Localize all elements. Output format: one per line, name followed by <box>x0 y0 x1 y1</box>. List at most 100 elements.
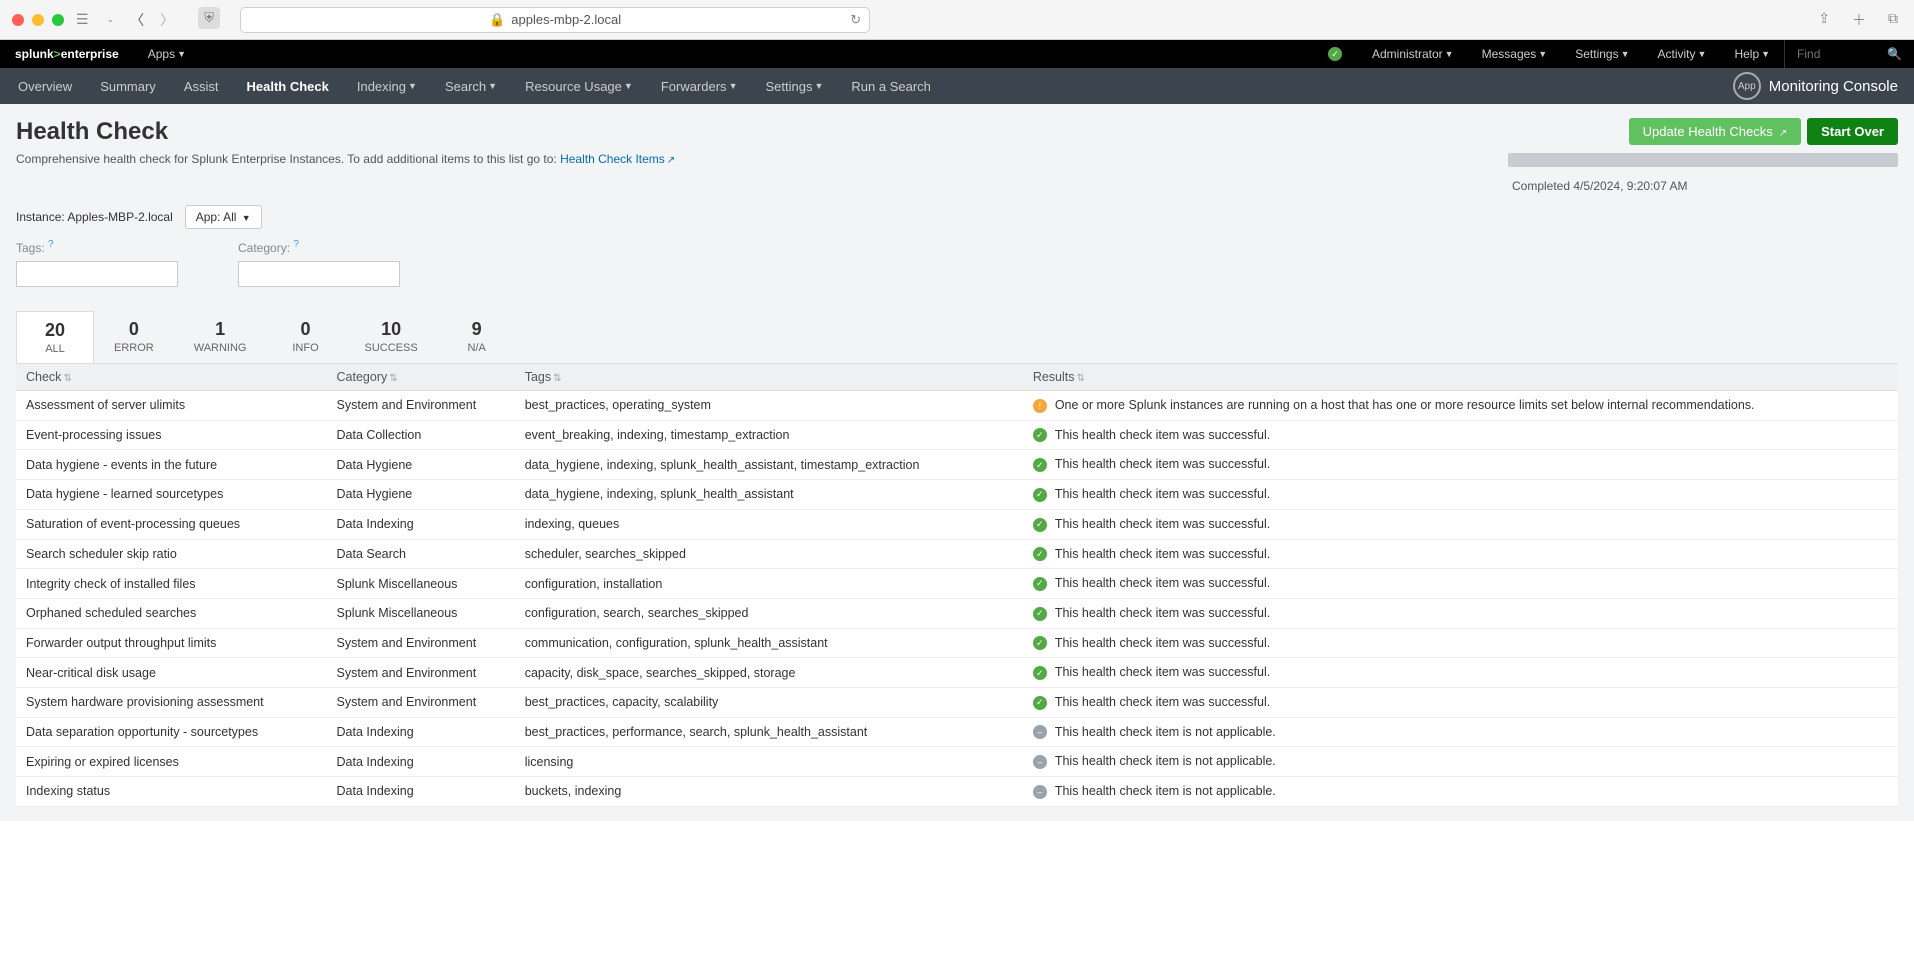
app-filter-dropdown[interactable]: App: All ▼ <box>185 205 262 229</box>
table-row[interactable]: Event-processing issuesData Collectionev… <box>16 420 1898 450</box>
status-ok-icon: ✓ <box>1033 547 1047 561</box>
nav-forwarders[interactable]: Forwarders▼ <box>647 68 752 104</box>
table-row[interactable]: Forwarder output throughput limitsSystem… <box>16 628 1898 658</box>
table-row[interactable]: Assessment of server ulimitsSystem and E… <box>16 391 1898 421</box>
page-content: Health Check Comprehensive health check … <box>0 104 1914 821</box>
search-icon[interactable]: 🔍 <box>1887 47 1902 61</box>
nav-summary-label: Summary <box>100 79 156 94</box>
tags-label-text: Tags: <box>16 241 45 255</box>
back-button[interactable]: 〈 <box>126 10 148 30</box>
cell-result: ✓This health check item was successful. <box>1023 509 1898 539</box>
messages-label: Messages <box>1482 47 1537 61</box>
nav-run-search[interactable]: Run a Search <box>837 68 945 104</box>
table-row[interactable]: Data separation opportunity - sourcetype… <box>16 717 1898 747</box>
nav-run-search-label: Run a Search <box>851 79 931 94</box>
administrator-menu[interactable]: Administrator▼ <box>1358 40 1468 68</box>
cell-result: !One or more Splunk instances are runnin… <box>1023 391 1898 421</box>
cell-result: ✓This health check item was successful. <box>1023 539 1898 569</box>
nav-health-check[interactable]: Health Check <box>232 68 342 104</box>
instance-label-text: Instance: <box>16 210 67 224</box>
table-row[interactable]: System hardware provisioning assessmentS… <box>16 688 1898 718</box>
nav-overview[interactable]: Overview <box>4 68 86 104</box>
summary-tab-success[interactable]: 10SUCCESS <box>345 311 438 363</box>
cell-tags: event_breaking, indexing, timestamp_extr… <box>515 420 1023 450</box>
start-over-button[interactable]: Start Over <box>1807 118 1898 145</box>
category-filter-label: Category: ? <box>238 239 400 255</box>
app-title: Monitoring Console <box>1769 78 1898 95</box>
messages-menu[interactable]: Messages▼ <box>1468 40 1562 68</box>
table-row[interactable]: Integrity check of installed filesSplunk… <box>16 569 1898 599</box>
col-tags[interactable]: Tags⇅ <box>515 364 1023 391</box>
table-row[interactable]: Orphaned scheduled searchesSplunk Miscel… <box>16 598 1898 628</box>
progress-bar <box>1508 153 1898 167</box>
cell-category: System and Environment <box>327 688 515 718</box>
update-health-checks-button[interactable]: Update Health Checks <box>1629 118 1801 145</box>
col-check-label: Check <box>26 370 61 384</box>
lock-icon: 🔒 <box>489 12 505 28</box>
table-row[interactable]: Expiring or expired licensesData Indexin… <box>16 747 1898 777</box>
address-bar[interactable]: 🔒 apples-mbp-2.local ↻ <box>240 7 870 33</box>
summary-count: 1 <box>194 319 247 340</box>
cell-result: ✓This health check item was successful. <box>1023 569 1898 599</box>
table-row[interactable]: Saturation of event-processing queuesDat… <box>16 509 1898 539</box>
col-check[interactable]: Check⇅ <box>16 364 327 391</box>
table-row[interactable]: Indexing statusData Indexingbuckets, ind… <box>16 777 1898 807</box>
cell-tags: communication, configuration, splunk_hea… <box>515 628 1023 658</box>
status-ok-icon: ✓ <box>1033 428 1047 442</box>
col-category[interactable]: Category⇅ <box>327 364 515 391</box>
nav-assist[interactable]: Assist <box>170 68 233 104</box>
health-status-icon[interactable]: ✓ <box>1328 47 1342 61</box>
summary-tab-warning[interactable]: 1WARNING <box>174 311 267 363</box>
table-row[interactable]: Data hygiene - events in the futureData … <box>16 450 1898 480</box>
nav-summary[interactable]: Summary <box>86 68 170 104</box>
category-label-text: Category: <box>238 241 290 255</box>
tags-filter-input[interactable] <box>16 261 178 287</box>
reload-icon[interactable]: ↻ <box>850 12 861 28</box>
maximize-window-icon[interactable] <box>52 14 64 26</box>
settings-menu[interactable]: Settings▼ <box>1561 40 1643 68</box>
share-icon[interactable]: ⇪ <box>1814 10 1834 30</box>
nav-indexing[interactable]: Indexing▼ <box>343 68 431 104</box>
nav-resource-usage-label: Resource Usage <box>525 79 622 94</box>
forward-button[interactable]: 〉 <box>156 10 178 30</box>
summary-tab-all[interactable]: 20ALL <box>16 311 94 363</box>
app-icon: App <box>1733 72 1761 100</box>
activity-menu[interactable]: Activity▼ <box>1644 40 1721 68</box>
settings-label: Settings <box>1575 47 1618 61</box>
sidebar-toggle-icon[interactable]: ☰ <box>72 11 93 28</box>
cell-tags: scheduler, searches_skipped <box>515 539 1023 569</box>
nav-app-settings[interactable]: Settings▼ <box>751 68 837 104</box>
apps-menu[interactable]: Apps▼ <box>134 40 200 68</box>
status-warn-icon: ! <box>1033 399 1047 413</box>
cell-check: Search scheduler skip ratio <box>16 539 327 569</box>
table-row[interactable]: Near-critical disk usageSystem and Envir… <box>16 658 1898 688</box>
col-results[interactable]: Results⇅ <box>1023 364 1898 391</box>
minimize-window-icon[interactable] <box>32 14 44 26</box>
status-ok-icon: ✓ <box>1033 607 1047 621</box>
summary-tab-info[interactable]: 0INFO <box>267 311 345 363</box>
cell-check: Expiring or expired licenses <box>16 747 327 777</box>
nav-search[interactable]: Search▼ <box>431 68 511 104</box>
nav-resource-usage[interactable]: Resource Usage▼ <box>511 68 647 104</box>
category-filter-input[interactable] <box>238 261 400 287</box>
sidebar-dropdown-icon[interactable]: ⌄ <box>103 14 119 25</box>
nav-health-check-label: Health Check <box>246 79 328 94</box>
col-results-label: Results <box>1033 370 1075 384</box>
splunk-logo[interactable]: splunk>enterprise <box>0 47 134 61</box>
help-menu[interactable]: Help▼ <box>1720 40 1784 68</box>
health-check-items-link[interactable]: Health Check Items <box>560 152 675 166</box>
table-row[interactable]: Search scheduler skip ratioData Searchsc… <box>16 539 1898 569</box>
privacy-shield-icon[interactable]: ⛨ <box>198 7 220 29</box>
help-icon[interactable]: ? <box>293 239 299 250</box>
app-filter-label: App: All <box>196 210 237 224</box>
tabs-overview-icon[interactable]: ⧉ <box>1884 10 1902 30</box>
status-na-icon: – <box>1033 725 1047 739</box>
close-window-icon[interactable] <box>12 14 24 26</box>
find-input[interactable] <box>1797 47 1847 61</box>
table-row[interactable]: Data hygiene - learned sourcetypesData H… <box>16 480 1898 510</box>
help-icon[interactable]: ? <box>48 239 54 250</box>
summary-tab-na[interactable]: 9N/A <box>438 311 516 363</box>
new-tab-icon[interactable]: ＋ <box>1848 10 1870 30</box>
instance-label: Instance: Apples-MBP-2.local <box>16 210 173 224</box>
summary-tab-error[interactable]: 0ERROR <box>94 311 174 363</box>
